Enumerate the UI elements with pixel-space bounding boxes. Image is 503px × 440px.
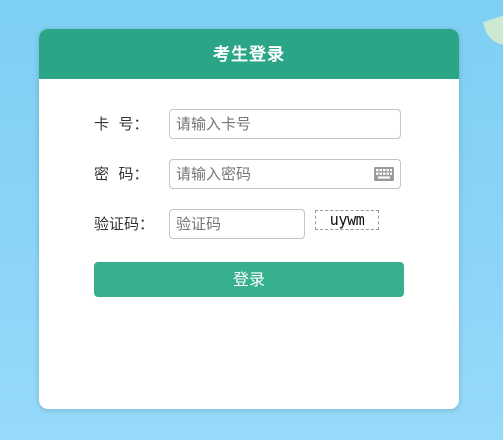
- login-title: 考生登录: [39, 29, 459, 79]
- password-field-box: [169, 159, 401, 189]
- card-number-field-box: [169, 109, 401, 139]
- card-number-input[interactable]: [170, 110, 400, 138]
- password-label: 密 码：: [94, 165, 149, 183]
- captcha-image[interactable]: uywm: [315, 210, 379, 230]
- captcha-label: 验证码：: [94, 215, 155, 233]
- keyboard-icon[interactable]: [374, 167, 394, 181]
- captcha-input[interactable]: [170, 210, 304, 238]
- card-number-label: 卡 号：: [94, 115, 149, 133]
- password-row: 密 码：: [39, 159, 459, 189]
- captcha-image-text: uywm: [329, 210, 365, 229]
- password-input[interactable]: [170, 160, 400, 188]
- card-number-row: 卡 号：: [39, 109, 459, 139]
- login-button[interactable]: 登录: [94, 262, 404, 297]
- login-panel: 考生登录 卡 号： 密 码：: [39, 29, 459, 409]
- captcha-row: 验证码： uywm: [39, 209, 459, 239]
- captcha-field-box: [169, 209, 305, 239]
- background-leaf-decoration: [482, 15, 503, 51]
